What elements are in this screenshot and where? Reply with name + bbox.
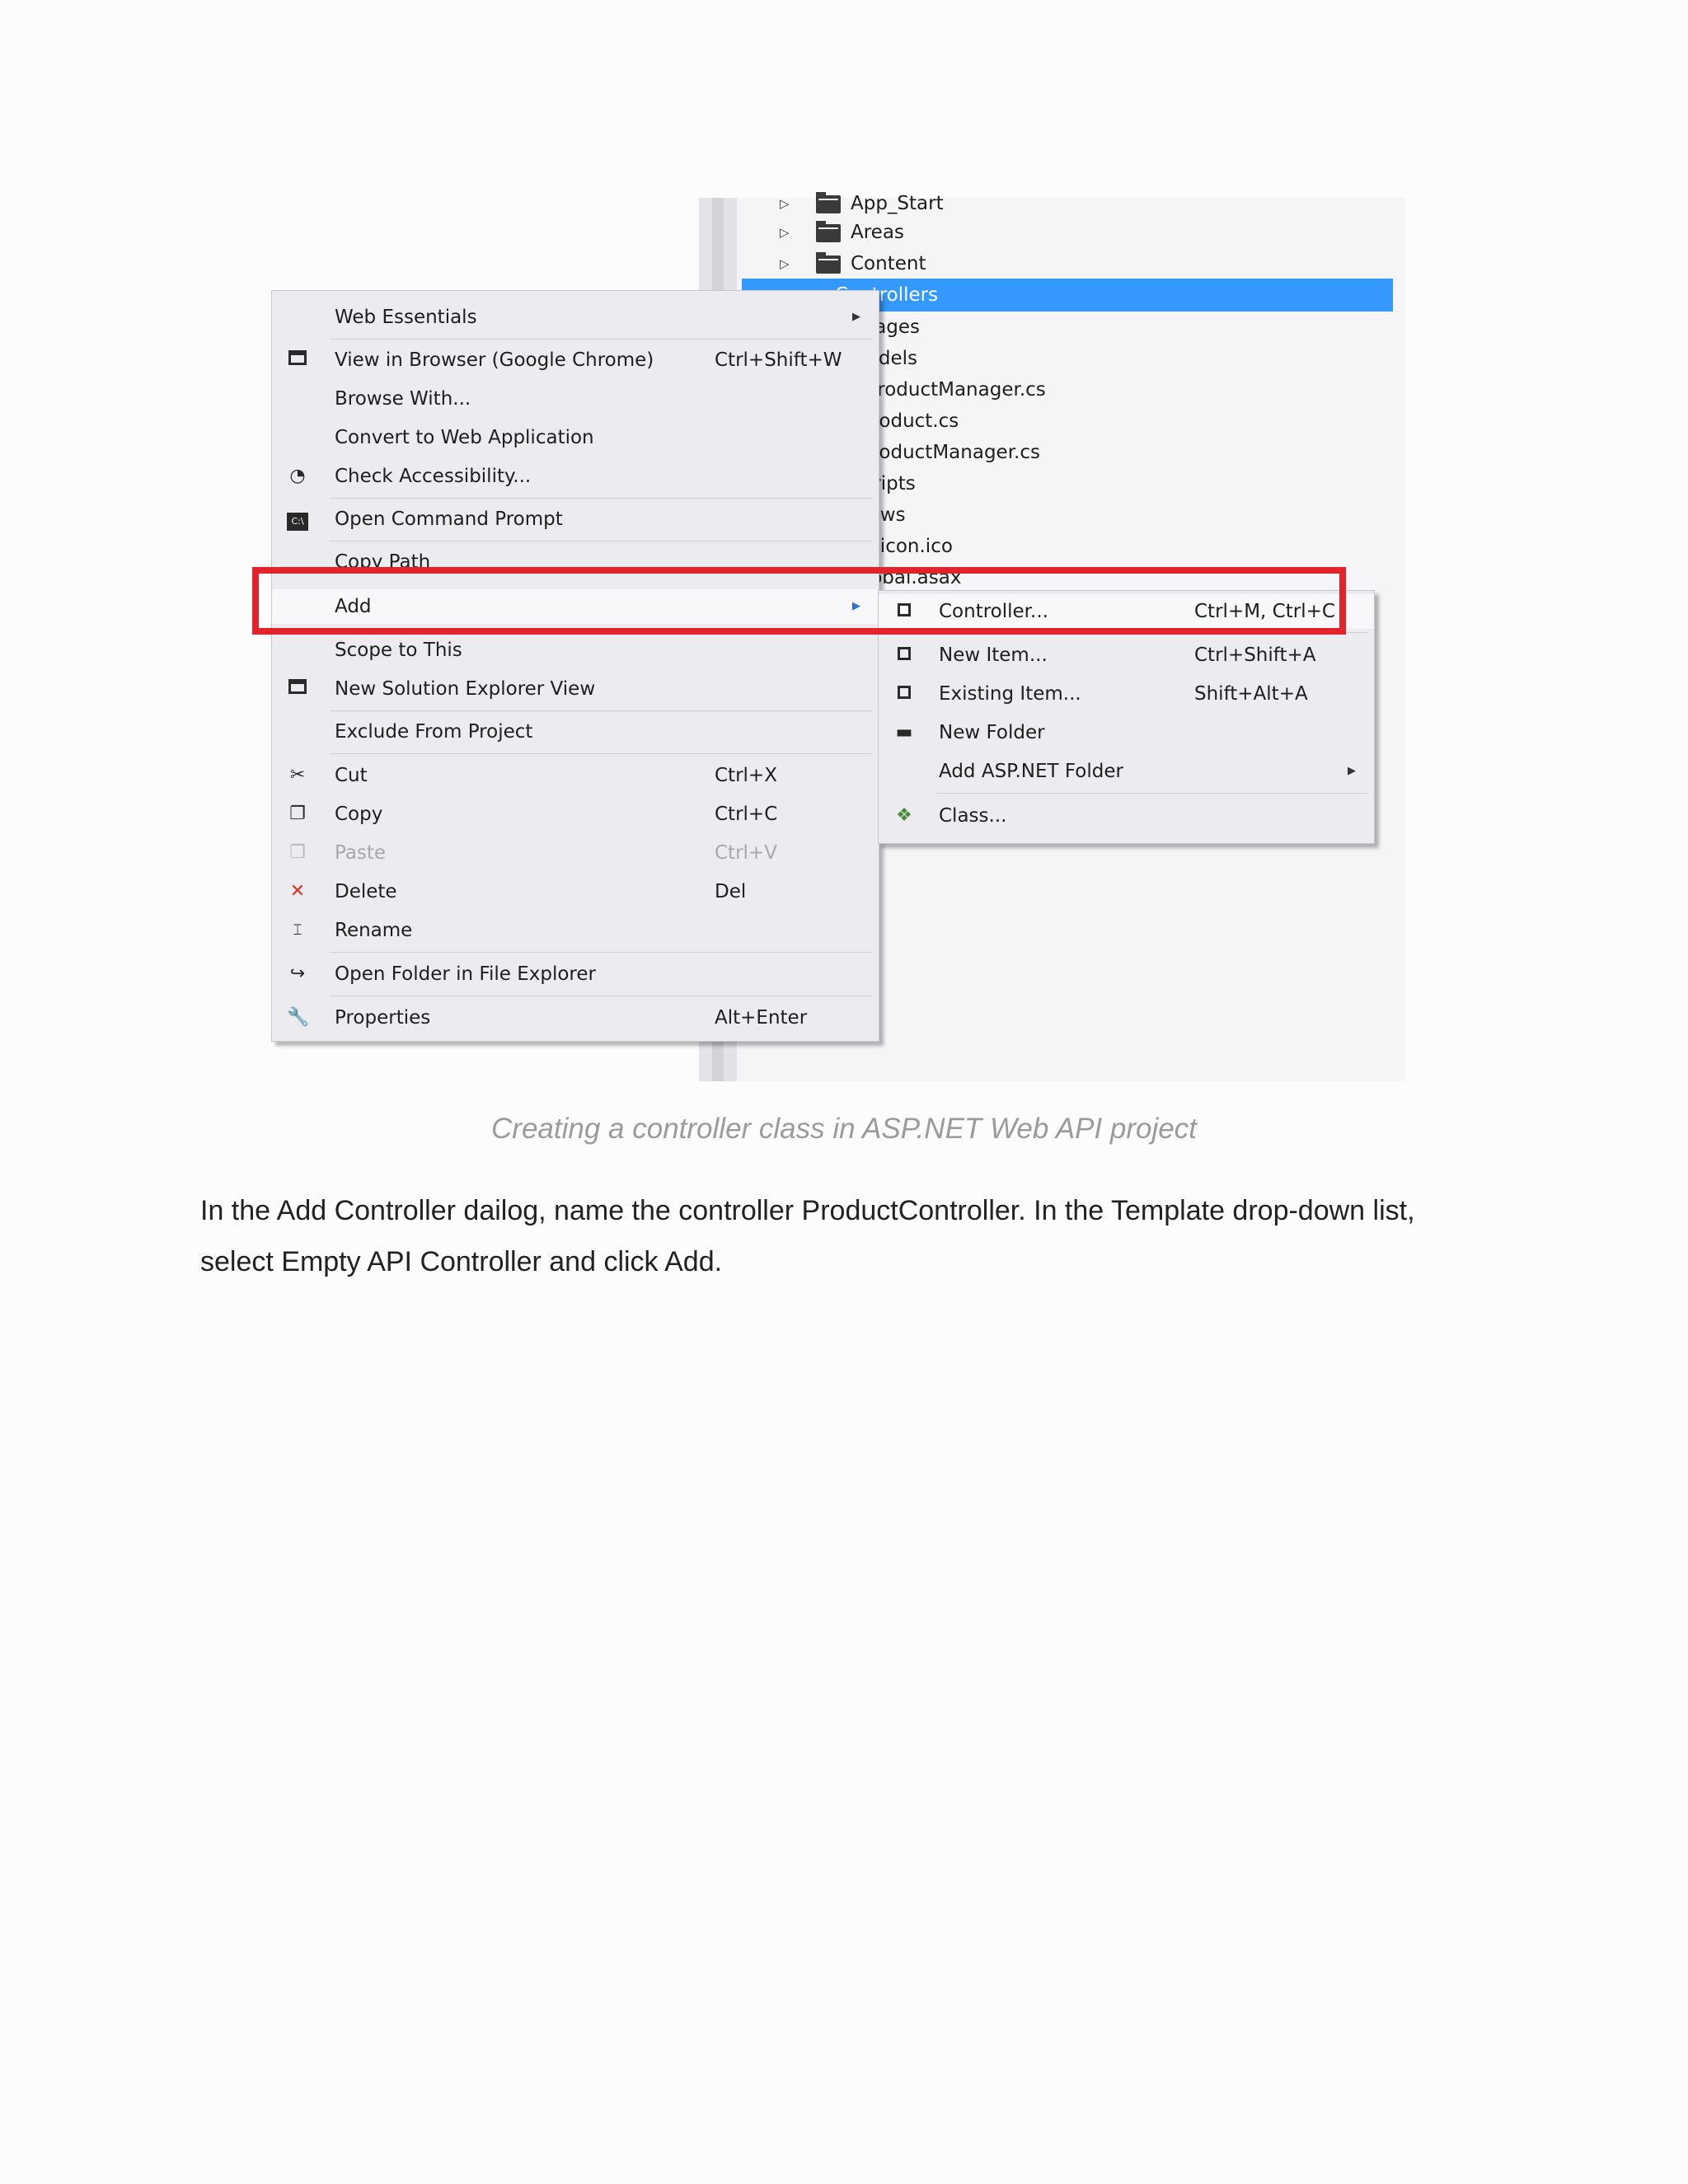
menu-item-open-folder-in-file-explorer[interactable]: ↪ Open Folder in File Explorer: [272, 957, 879, 991]
class-icon: ❖: [896, 805, 912, 826]
command-prompt-icon: C:\: [287, 509, 308, 531]
body-paragraph: In the Add Controller dailog, name the c…: [200, 1185, 1486, 1287]
submenu-item-existing-item[interactable]: Existing Item... Shift+Alt+A: [879, 677, 1374, 711]
submenu-item-new-item[interactable]: New Item... Ctrl+Shift+A: [879, 638, 1374, 673]
menu-item-properties[interactable]: 🔧 Properties Alt+Enter: [272, 1001, 879, 1035]
menu-item-paste: ❐ Paste Ctrl+V: [272, 836, 879, 870]
scissors-icon: ✂: [289, 765, 306, 785]
folder-icon: [816, 252, 841, 274]
rename-icon: ⌶: [293, 921, 302, 939]
highlight-annotation-box: [252, 567, 1346, 635]
screenshot-figure: ▷ App_Start ▷ Areas ▷ Content Images Mod…: [252, 192, 1405, 1081]
expand-arrow-icon[interactable]: ▷: [780, 217, 790, 248]
new-folder-icon: ▬: [895, 722, 913, 743]
menu-item-cut[interactable]: ✂ Cut Ctrl+X: [272, 758, 879, 793]
new-item-icon: [893, 645, 915, 665]
delete-icon: ✕: [289, 881, 306, 902]
menu-item-scope-to-this[interactable]: Scope to This: [272, 633, 879, 668]
submenu-item-add-aspnet-folder[interactable]: Add ASP.NET Folder ▶: [879, 754, 1374, 789]
menu-item-open-command-prompt[interactable]: C:\ Open Command Prompt: [272, 502, 879, 537]
menu-item-rename[interactable]: ⌶ Rename: [272, 913, 879, 948]
accessibility-icon: ◔: [289, 466, 306, 486]
menu-item-copy[interactable]: ❐ Copy Ctrl+C: [272, 797, 879, 832]
menu-item-exclude-from-project[interactable]: Exclude From Project: [272, 715, 879, 749]
submenu-item-class[interactable]: ❖ Class...: [879, 799, 1374, 833]
paste-icon: ❐: [289, 842, 306, 863]
menu-item-view-in-browser[interactable]: View in Browser (Google Chrome) Ctrl+Shi…: [272, 343, 879, 377]
existing-item-icon: [893, 684, 915, 704]
folder-icon: [816, 221, 841, 242]
wrench-icon: 🔧: [287, 1007, 310, 1028]
copy-icon: ❐: [289, 804, 306, 824]
menu-item-browse-with[interactable]: Browse With...: [272, 382, 879, 416]
menu-item-convert-to-web-application[interactable]: Convert to Web Application: [272, 420, 879, 455]
solution-explorer-icon: [287, 679, 308, 699]
context-menu: Web Essentials ▶ View in Browser (Google…: [271, 290, 879, 1042]
menu-item-delete[interactable]: ✕ Delete Del: [272, 874, 879, 909]
browser-icon: [287, 350, 308, 370]
expand-arrow-icon[interactable]: ▷: [780, 248, 790, 279]
expand-arrow-icon[interactable]: ▷: [780, 188, 790, 219]
submenu-item-new-folder[interactable]: ▬ New Folder: [879, 715, 1374, 750]
submenu-arrow-icon: ▶: [1348, 765, 1356, 777]
folder-icon: [816, 192, 841, 213]
body-line: select Empty API Controller and click Ad…: [200, 1246, 723, 1277]
open-folder-icon: ↪: [289, 963, 306, 984]
submenu-arrow-icon: ▶: [852, 311, 860, 323]
menu-item-new-solution-explorer-view[interactable]: New Solution Explorer View: [272, 672, 879, 706]
figure-caption: Creating a controller class in ASP.NET W…: [491, 1113, 1197, 1145]
menu-item-web-essentials[interactable]: Web Essentials ▶: [272, 300, 879, 335]
menu-item-check-accessibility[interactable]: ◔ Check Accessibility...: [272, 459, 879, 494]
body-line: In the Add Controller dailog, name the c…: [200, 1195, 1415, 1226]
